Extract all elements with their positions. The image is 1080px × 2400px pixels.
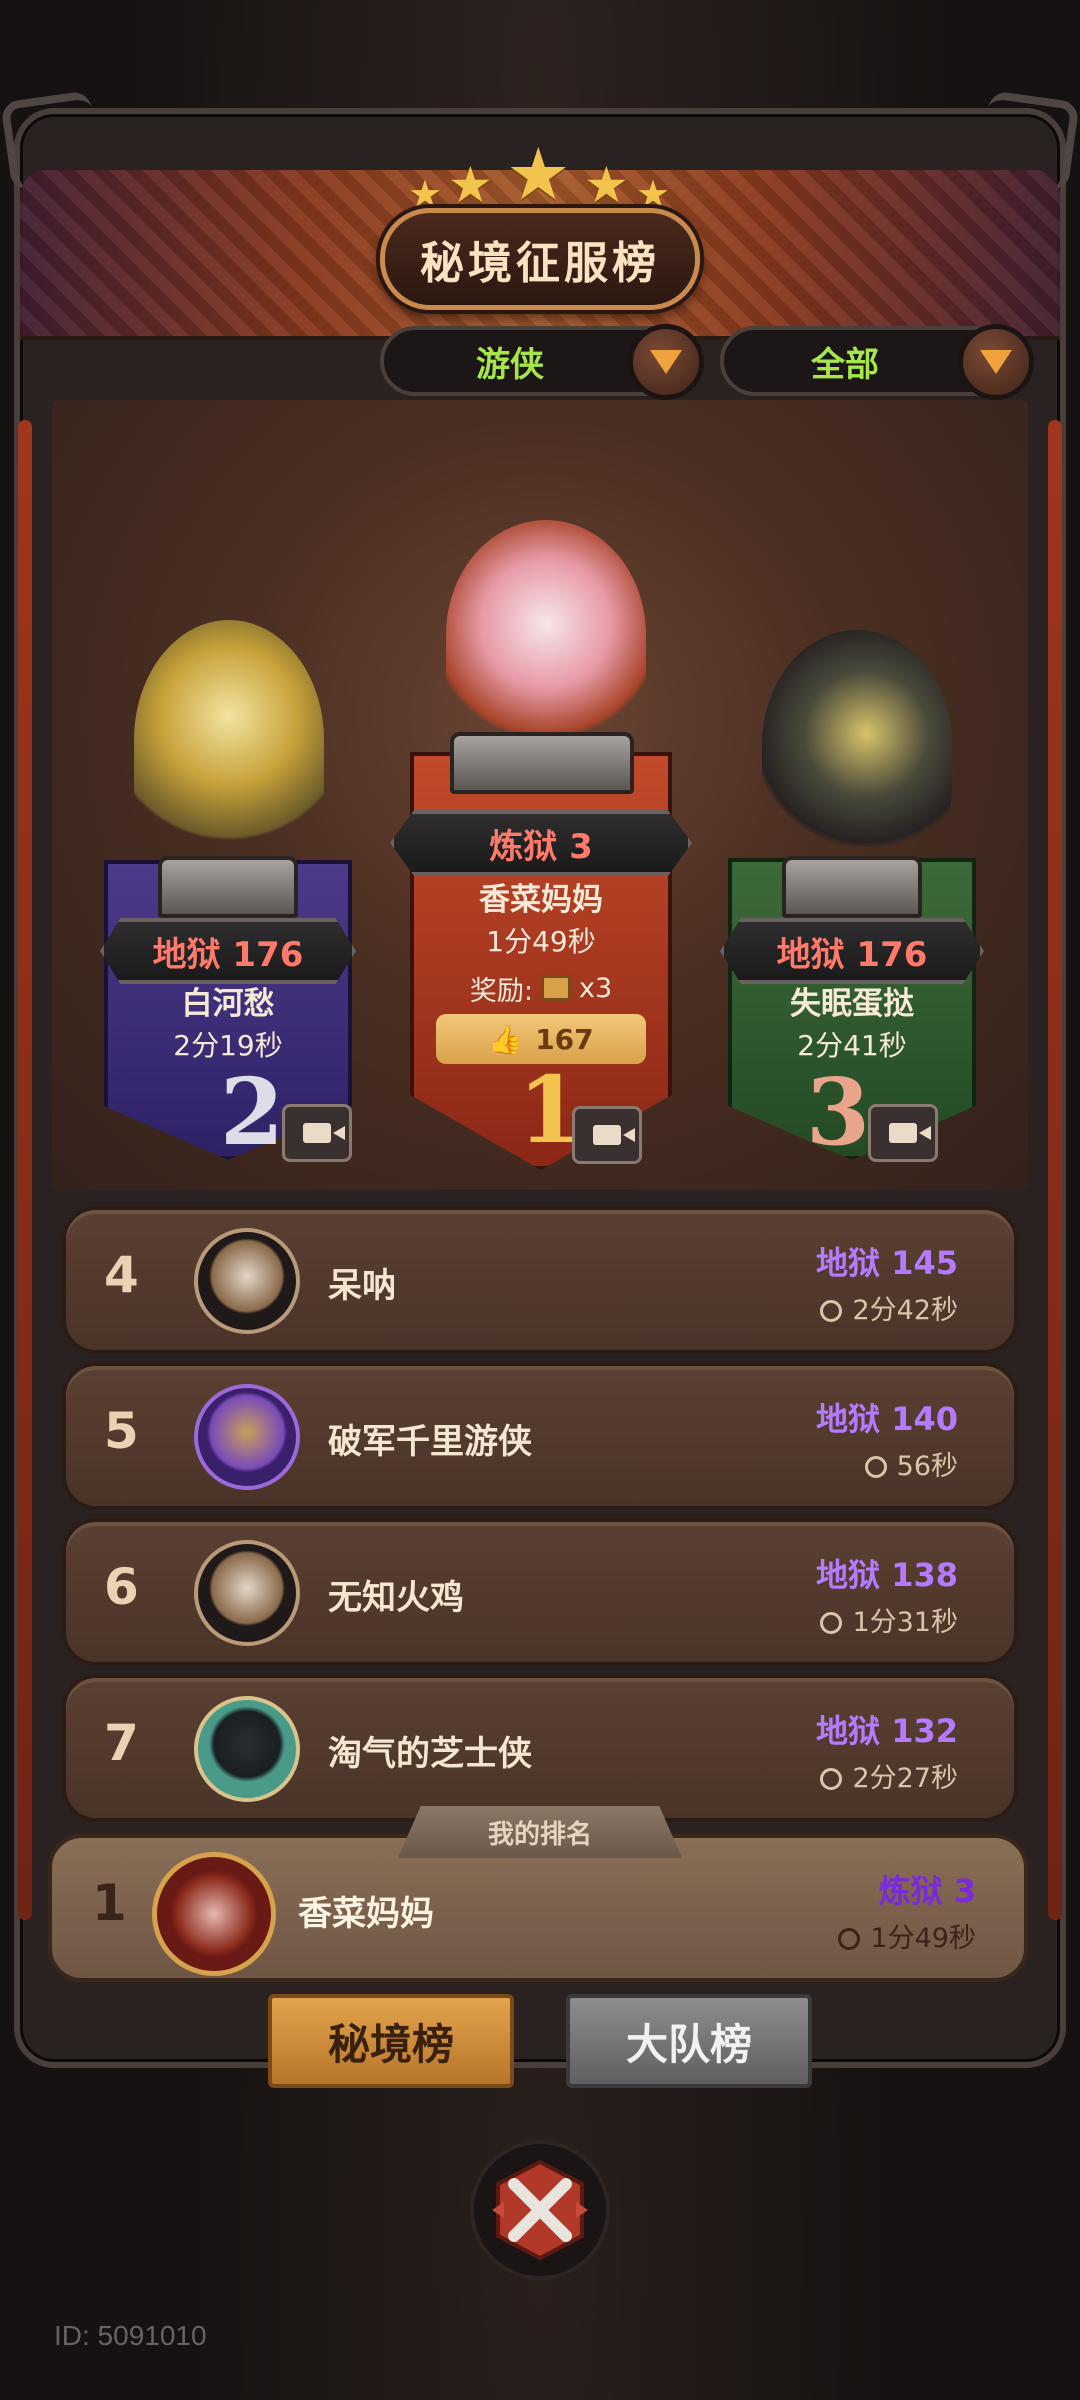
rank-number: 4 [104,1246,139,1304]
player-time: 1分49秒 [838,1916,976,1955]
podium-name-third: 失眠蛋挞 [790,986,914,1022]
player-time: 2分27秒 [820,1756,958,1795]
rank-number: 5 [104,1402,139,1460]
player-name: 无知火鸡 [328,1578,464,1618]
player-score: 地狱 140 [816,1400,958,1438]
time-value: 2分27秒 [852,1763,958,1794]
close-icon[interactable] [470,2140,610,2280]
scope-filter-dropdown[interactable]: 全部 [720,324,1034,400]
hero-portrait-first [446,520,646,750]
list-item[interactable]: 5 破军千里游侠 地狱 140 56秒 [62,1362,1018,1510]
player-time: 1分31秒 [820,1600,958,1639]
reward-count: x3 [578,972,613,1004]
replay-video-button[interactable] [868,1104,938,1162]
replay-video-button[interactable] [282,1104,352,1162]
time-value: 2分42秒 [852,1295,958,1326]
player-score: 地狱 145 [816,1244,958,1282]
podium-first[interactable]: 炼狱 3 香菜妈妈 1分49秒 奖励: x3 👍 167 1 [390,520,692,1170]
clock-icon [864,1456,887,1478]
star-row: ★ ★ ★ ★ ★ [400,132,680,216]
podium-name-first: 香菜妈妈 [479,882,603,918]
pedestal-third [782,856,922,918]
pedestal-first [450,732,634,794]
player-time: 56秒 [864,1444,958,1483]
player-score: 地狱 138 [816,1556,958,1594]
user-id: ID: 5091010 [54,2320,207,2351]
chest-icon [540,975,571,1001]
avatar [194,1540,300,1646]
time-value: 1分31秒 [852,1607,958,1638]
avatar [194,1228,300,1334]
podium-third[interactable]: 地狱 176 失眠蛋挞 2分41秒 3 [720,630,984,1166]
rank-number: 7 [104,1714,139,1772]
side-rail-right [1048,420,1062,1920]
my-rank-tab: 我的排名 [398,1806,682,1858]
reward-row: 奖励: x3 [428,966,654,1010]
tab-secret-realm[interactable]: 秘境榜 [268,1994,514,2088]
clock-icon [820,1300,843,1322]
podium-score-first: 炼狱 3 [390,810,692,876]
clock-icon [820,1768,843,1790]
rank-number-third: 3 [806,1058,871,1166]
star-icon: ★ [584,156,629,214]
like-count: 167 [535,1022,594,1056]
reward-label: 奖励: [469,975,533,1007]
avatar [194,1696,300,1802]
clock-icon [838,1928,861,1950]
hero-portrait-second [134,620,324,860]
chevron-down-icon[interactable] [958,324,1034,400]
clock-icon [820,1612,843,1634]
chevron-down-icon[interactable] [628,324,704,400]
avatar [152,1852,276,1976]
list-item[interactable]: 6 无知火鸡 地狱 138 1分31秒 [62,1518,1018,1666]
page-title: 秘境征服榜 [420,238,660,289]
star-icon: ★ [448,156,493,214]
podium-name-second: 白河愁 [181,986,275,1022]
avatar [194,1384,300,1490]
class-filter-dropdown[interactable]: 游侠 [380,324,704,400]
player-name: 香菜妈妈 [298,1894,434,1934]
side-rail-left [18,420,32,1920]
player-name: 呆呐 [328,1266,396,1306]
player-name: 破军千里游侠 [328,1422,532,1462]
rank-number: 6 [104,1558,139,1616]
video-camera-icon [303,1123,345,1143]
tab-team[interactable]: 大队榜 [566,1994,812,2088]
rank-number: 1 [92,1874,127,1932]
video-camera-icon [593,1125,635,1145]
player-name: 淘气的芝士侠 [328,1734,532,1774]
video-camera-icon [889,1123,931,1143]
list-item[interactable]: 7 淘气的芝士侠 地狱 132 2分27秒 [62,1674,1018,1822]
time-value: 1分49秒 [870,1923,976,1954]
star-icon: ★ [506,132,571,216]
pedestal-second [158,856,298,918]
time-value: 56秒 [896,1451,958,1482]
player-score: 地狱 132 [816,1712,958,1750]
title-plate: 秘境征服榜 [380,208,700,310]
replay-video-button[interactable] [572,1106,642,1164]
podium-time-first: 1分49秒 [486,925,596,958]
list-item[interactable]: 4 呆呐 地狱 145 2分42秒 [62,1206,1018,1354]
podium-score-second: 地狱 176 [100,918,356,984]
podium-second[interactable]: 地狱 176 白河愁 2分19秒 2 [100,620,356,1166]
player-score: 炼狱 3 [878,1872,976,1910]
player-time: 2分42秒 [820,1288,958,1327]
thumbs-up-icon: 👍 [488,1022,524,1056]
rank-number-second: 2 [220,1058,285,1166]
podium-score-third: 地狱 176 [720,918,984,984]
hero-portrait-third [762,630,952,860]
